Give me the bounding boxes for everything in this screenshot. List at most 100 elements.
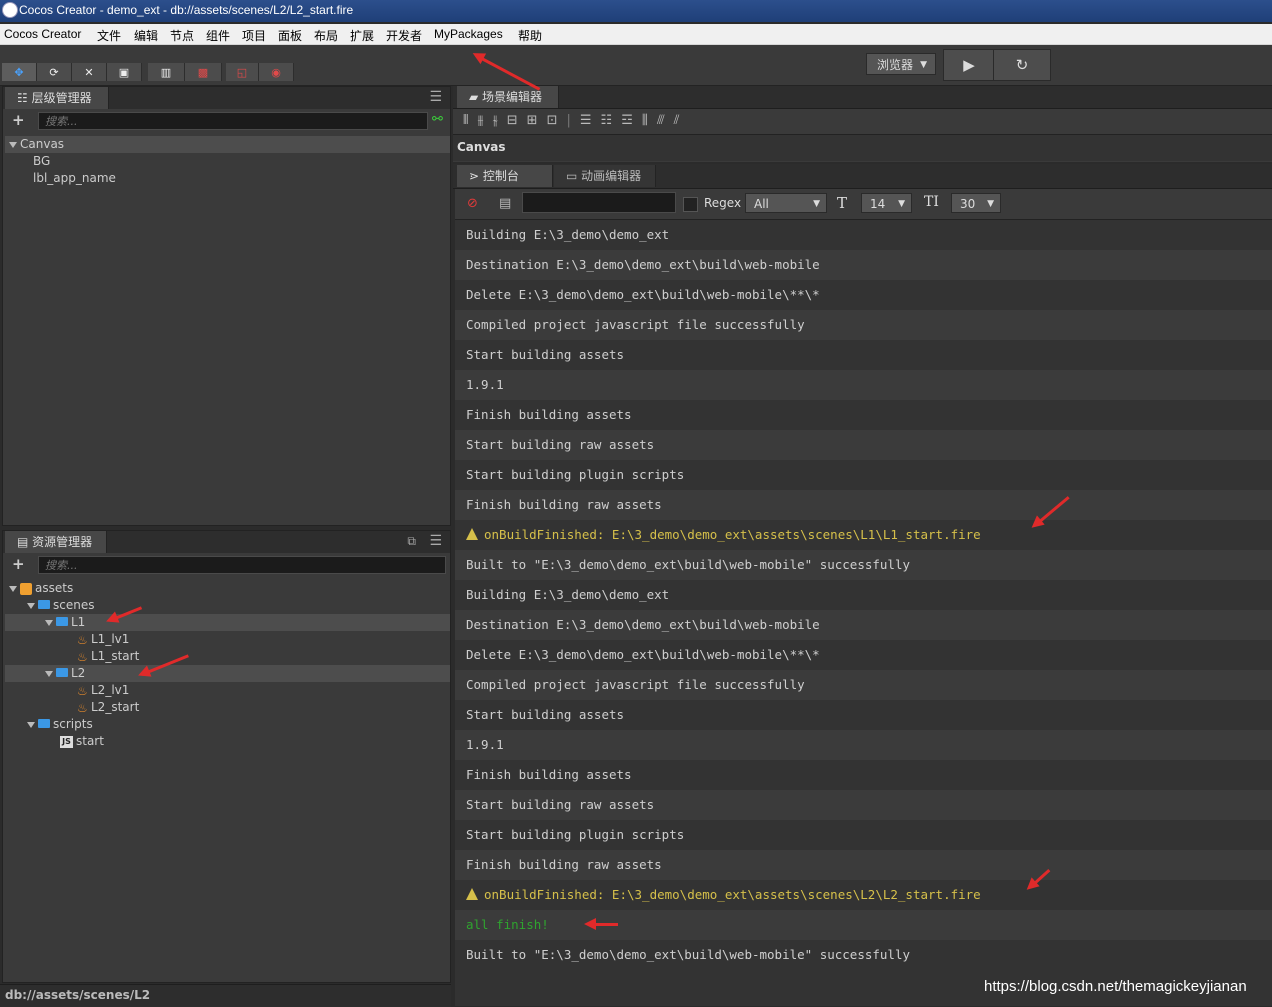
- menu-panel[interactable]: 面板: [278, 27, 302, 44]
- menu-help[interactable]: 帮助: [518, 27, 542, 44]
- console-log-line[interactable]: Start building raw assets: [455, 790, 1272, 820]
- tab-scene-editor[interactable]: ▰ 场景编辑器: [457, 86, 559, 108]
- link-icon[interactable]: ⚯: [432, 112, 443, 127]
- menu-extension[interactable]: 扩展: [350, 27, 374, 44]
- distribute-v-center-icon[interactable]: ☷: [601, 113, 622, 128]
- console-log-line[interactable]: 1.9.1: [455, 730, 1272, 760]
- hierarchy-search-input[interactable]: 搜索...: [38, 112, 428, 130]
- move-tool-icon[interactable]: ✥: [2, 63, 37, 81]
- console-log-line[interactable]: Finish building raw assets: [455, 850, 1272, 880]
- rect-tool-icon[interactable]: ▣: [107, 63, 142, 81]
- distribute-top-icon[interactable]: ☰: [580, 113, 601, 128]
- tree-scene-l1-lv1[interactable]: ♨ L1_lv1: [5, 631, 450, 648]
- tree-folder-l2[interactable]: L2: [5, 665, 450, 682]
- console-filter-input[interactable]: [522, 192, 676, 213]
- expand-arrow-icon[interactable]: [9, 141, 17, 148]
- expand-arrow-icon[interactable]: [45, 619, 53, 626]
- console-log-line[interactable]: Start building assets: [455, 340, 1272, 370]
- menu-component[interactable]: 组件: [206, 27, 230, 44]
- menu-node[interactable]: 节点: [170, 27, 194, 44]
- console-log-line[interactable]: 1.9.1: [455, 370, 1272, 400]
- console-log-line[interactable]: Compiled project javascript file success…: [455, 310, 1272, 340]
- preview-target-icon[interactable]: ◉: [259, 63, 294, 81]
- console-log-line[interactable]: Start building assets: [455, 700, 1272, 730]
- tree-node-lbl-app-name[interactable]: lbl_app_name: [5, 170, 450, 187]
- rotate-tool-icon[interactable]: ⟳: [37, 63, 72, 81]
- align-h-center-icon[interactable]: ⫵: [477, 113, 492, 128]
- console-log-line[interactable]: Destination E:\3_demo\demo_ext\build\web…: [455, 610, 1272, 640]
- console-log-line[interactable]: Delete E:\3_demo\demo_ext\build\web-mobi…: [455, 640, 1272, 670]
- bounds-icon[interactable]: ◱: [226, 63, 259, 81]
- console-warning-line[interactable]: onBuildFinished: E:\3_demo\demo_ext\asse…: [455, 880, 1272, 910]
- console-log-line[interactable]: Destination E:\3_demo\demo_ext\build\web…: [455, 250, 1272, 280]
- expand-arrow-icon[interactable]: [27, 602, 35, 609]
- align-bottom-icon[interactable]: ⊡: [547, 113, 567, 128]
- assets-search-input[interactable]: 搜索...: [38, 556, 446, 574]
- distribute-left-icon[interactable]: ⫼: [642, 113, 657, 128]
- console-log-line[interactable]: Built to "E:\3_demo\demo_ext\build\web-m…: [455, 550, 1272, 580]
- add-node-icon[interactable]: +: [12, 111, 25, 129]
- popout-icon[interactable]: ⧉: [407, 534, 416, 549]
- panel-menu-icon[interactable]: ☰: [429, 89, 442, 105]
- align-left-icon[interactable]: ⫴: [463, 113, 477, 128]
- tree-folder-l1[interactable]: L1: [5, 614, 450, 631]
- console-log-line[interactable]: all finish!: [455, 910, 1272, 940]
- tab-animation-editor[interactable]: ▭ 动画编辑器: [554, 165, 656, 187]
- tree-script-start[interactable]: JS start: [5, 733, 450, 750]
- refresh-button[interactable]: ↻: [993, 49, 1051, 81]
- console-log-line[interactable]: Start building plugin scripts: [455, 460, 1272, 490]
- console-log-line[interactable]: Building E:\3_demo\demo_ext: [455, 220, 1272, 250]
- console-log-line[interactable]: Built to "E:\3_demo\demo_ext\build\web-m…: [455, 940, 1272, 970]
- expand-arrow-icon[interactable]: [27, 721, 35, 728]
- expand-arrow-icon[interactable]: [9, 585, 17, 592]
- console-log-line[interactable]: Start building plugin scripts: [455, 820, 1272, 850]
- tree-scene-l1-start[interactable]: ♨ L1_start: [5, 648, 450, 665]
- distribute-bottom-icon[interactable]: ☲: [621, 113, 642, 128]
- console-log-line[interactable]: Finish building assets: [455, 400, 1272, 430]
- console-log-line[interactable]: Compiled project javascript file success…: [455, 670, 1272, 700]
- pivot-icon[interactable]: ▩: [185, 63, 222, 81]
- align-top-icon[interactable]: ⊟: [507, 113, 527, 128]
- add-asset-icon[interactable]: +: [12, 555, 25, 573]
- align-v-center-icon[interactable]: ⊞: [527, 113, 547, 128]
- console-log-line[interactable]: Building E:\3_demo\demo_ext: [455, 580, 1272, 610]
- align-right-icon[interactable]: ⫳: [492, 113, 506, 128]
- local-space-icon[interactable]: ▥: [148, 63, 185, 81]
- tree-scene-l2-lv1[interactable]: ♨ L2_lv1: [5, 682, 450, 699]
- panel-menu-icon[interactable]: ☰: [429, 533, 442, 549]
- tree-node-bg[interactable]: BG: [5, 153, 450, 170]
- preview-browser-select[interactable]: 浏览器 ▼: [866, 53, 936, 75]
- clear-icon[interactable]: ⊘: [467, 196, 478, 211]
- tab-console[interactable]: ⋗ 控制台: [457, 165, 553, 187]
- tab-assets[interactable]: ▤ 资源管理器: [5, 531, 107, 553]
- expand-arrow-icon[interactable]: [45, 670, 53, 677]
- log-file-icon[interactable]: ▤: [499, 196, 511, 211]
- tree-folder-scenes[interactable]: scenes: [5, 597, 450, 614]
- scale-tool-icon[interactable]: ✕: [72, 63, 107, 81]
- font-size-select[interactable]: 14 ▼: [861, 193, 912, 213]
- tree-scene-l2-start[interactable]: ♨ L2_start: [5, 699, 450, 716]
- tree-folder-scripts[interactable]: scripts: [5, 716, 450, 733]
- play-button[interactable]: ▶: [943, 49, 995, 81]
- menu-file[interactable]: 文件: [97, 27, 121, 44]
- tree-node-canvas[interactable]: Canvas: [5, 136, 450, 153]
- console-log-line[interactable]: Start building raw assets: [455, 430, 1272, 460]
- menu-developer[interactable]: 开发者: [386, 27, 422, 44]
- distribute-right-icon[interactable]: ⫽: [674, 113, 689, 128]
- menu-cocos-creator[interactable]: Cocos Creator: [4, 27, 81, 41]
- distribute-h-center-icon[interactable]: ⫻: [657, 113, 674, 128]
- console-log-line[interactable]: Finish building assets: [455, 760, 1272, 790]
- menu-layout[interactable]: 布局: [314, 27, 338, 44]
- console-warning-line[interactable]: onBuildFinished: E:\3_demo\demo_ext\asse…: [455, 520, 1272, 550]
- tab-hierarchy[interactable]: ☷ 层级管理器: [5, 87, 109, 109]
- line-height-select[interactable]: 30 ▼: [951, 193, 1001, 213]
- tree-folder-assets[interactable]: assets: [5, 580, 450, 597]
- menu-project[interactable]: 项目: [242, 27, 266, 44]
- menu-edit[interactable]: 编辑: [134, 27, 158, 44]
- console-log-line[interactable]: Delete E:\3_demo\demo_ext\build\web-mobi…: [455, 280, 1272, 310]
- log-level-select[interactable]: All ▼: [745, 193, 827, 213]
- menu-mypackages[interactable]: MyPackages: [434, 27, 503, 41]
- folder-label: scenes: [53, 598, 95, 612]
- console-log-line[interactable]: Finish building raw assets: [455, 490, 1272, 520]
- regex-checkbox[interactable]: [683, 197, 698, 212]
